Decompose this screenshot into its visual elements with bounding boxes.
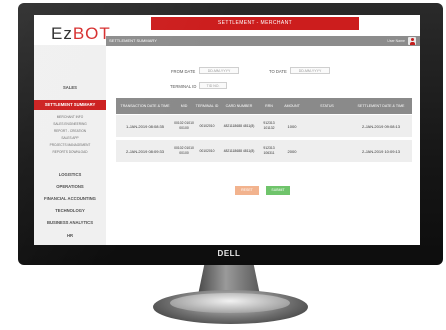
cell-rrn: 912313 106311 — [263, 146, 275, 155]
page-title: SETTLEMENT SUMMARY — [109, 38, 157, 43]
cell-amount: 1000 — [287, 123, 297, 129]
reset-button[interactable]: RESET — [235, 186, 259, 195]
from-date-input[interactable]: DD-MM-YYYY — [199, 67, 239, 74]
column-header-transaction-date: TRANSACTION DATE & TIME — [120, 103, 170, 108]
sidebar-item-sales[interactable]: SALES — [34, 85, 106, 90]
sidebar-subitem-sales-app[interactable]: SALES APP — [34, 136, 106, 140]
column-header-terminal-id: TERMINAL ID — [195, 103, 219, 108]
sidebar-item-business-analytics[interactable]: BUSINESS ANALYTICS — [34, 220, 106, 225]
table-row[interactable]: 2-JAN-2019 08:09:33 00102 01010 00100 00… — [116, 140, 412, 162]
column-header-amount: AMOUNT — [284, 103, 300, 108]
sidebar-subitem-reports-download[interactable]: REPORTS DOWNLOAD — [34, 150, 106, 154]
dell-logo: DELL — [217, 249, 241, 258]
sidebar-item-financial-accounting[interactable]: FINANCIAL ACCOUNTING — [34, 196, 106, 201]
cell-terminal-id: 00102010 — [199, 123, 215, 128]
table-header: TRANSACTION DATE & TIME MID TERMINAL ID … — [116, 98, 412, 114]
page-banner: SETTLEMENT - MERCHANT — [151, 17, 359, 30]
ezbot-logo: EzBOT — [51, 24, 111, 43]
monitor-stand-top — [170, 293, 290, 313]
from-date-label: FROM DATE — [171, 69, 196, 74]
cell-amount: 2000 — [287, 148, 297, 154]
subheader-bar: SETTLEMENT SUMMARY User Name — [106, 36, 420, 46]
cell-mid: 00102 01010 00100 — [174, 121, 194, 130]
sidebar: SALES SETTLEMENT SUMMARY MERCHANT INFO S… — [34, 45, 106, 245]
user-menu[interactable]: User Name — [387, 37, 416, 45]
table-row[interactable]: 1-JAN-2019 08:08:35 00102 01010 00100 00… — [116, 115, 412, 137]
sidebar-item-technology[interactable]: TECHNOLOGY — [34, 208, 106, 213]
sidebar-subitem-merchant-info[interactable]: MERCHANT INFO — [34, 115, 106, 119]
cell-card-number: 4821118688 4811(8) — [223, 123, 255, 128]
sidebar-subitem-report-creation[interactable]: REPORT - CREATION — [34, 129, 106, 133]
user-name: User Name — [387, 39, 405, 43]
sidebar-item-settlement-summary[interactable]: SETTLEMENT SUMMARY — [34, 100, 106, 110]
to-date-input[interactable]: DD-MM-YYYY — [290, 67, 330, 74]
cell-rrn: 912313 101132 — [263, 121, 275, 130]
sidebar-item-logistics[interactable]: LOGISTICS — [34, 172, 106, 177]
column-header-status: STATUS — [320, 103, 334, 108]
cell-transaction-date: 1-JAN-2019 08:08:35 — [125, 123, 165, 129]
cell-terminal-id: 00102010 — [199, 148, 215, 153]
column-header-settlement-date: SETTLEMENT DATE & TIME — [357, 103, 405, 108]
cell-transaction-date: 2-JAN-2019 08:09:33 — [125, 148, 165, 154]
screen: EzBOT SETTLEMENT - MERCHANT SETTLEMENT S… — [34, 15, 420, 245]
cell-mid: 00102 01010 00100 — [174, 146, 194, 155]
column-header-card-number: CARD NUMBER — [225, 103, 253, 108]
sidebar-item-operations[interactable]: OPERATIONS — [34, 184, 106, 189]
cell-card-number: 4821118688 4811(8) — [223, 148, 255, 153]
column-header-mid: MID — [180, 103, 188, 108]
cell-settlement-date: 2-JAN-2019 09:08:13 — [361, 123, 401, 129]
terminal-id-label: TERMINAL ID — [170, 84, 197, 89]
to-date-label: TO DATE — [269, 69, 287, 74]
sidebar-item-hr[interactable]: HR — [34, 233, 106, 238]
cell-status — [304, 115, 350, 137]
column-header-rrn: RRN — [265, 103, 273, 108]
avatar-icon[interactable] — [408, 37, 416, 45]
cell-settlement-date: 2-JAN-2019 10:09:13 — [361, 148, 401, 154]
terminal-id-input[interactable]: TID NO. — [199, 82, 227, 89]
sidebar-subitem-sales-engineering[interactable]: SALES ENGINEERING — [34, 122, 106, 126]
sidebar-subitem-projects-management[interactable]: PROJECTS MANAGEMENT — [34, 143, 106, 147]
cell-status — [304, 140, 350, 162]
submit-button[interactable]: SUBMIT — [266, 186, 290, 195]
